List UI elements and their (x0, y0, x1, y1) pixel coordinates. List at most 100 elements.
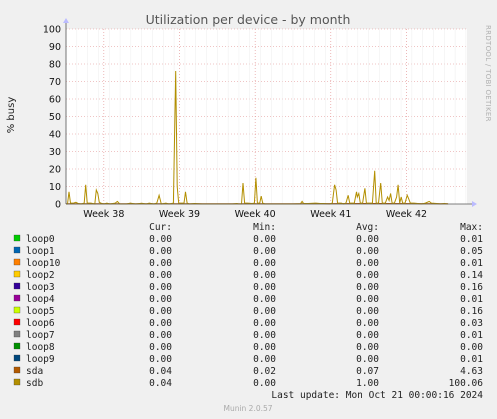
legend-cur: 0.00 (149, 342, 172, 353)
legend-row: loop9 0.00 0.00 0.00 0.01 (13, 354, 483, 365)
legend-row: loop7 0.00 0.00 0.00 0.01 (13, 330, 483, 341)
y-axis-arrow (63, 18, 69, 23)
legend-min: 0.00 (253, 318, 276, 329)
legend-swatch (13, 354, 21, 362)
legend-cur: 0.00 (149, 270, 172, 281)
legend-avg: 0.00 (356, 330, 379, 341)
legend-header-max: Max: (460, 222, 483, 233)
legend-max: 0.00 (460, 342, 483, 353)
legend-row: loop3 0.00 0.00 0.00 0.16 (13, 282, 483, 293)
legend-swatch (13, 330, 21, 338)
legend-max: 0.01 (460, 258, 483, 269)
legend-min: 0.00 (253, 378, 276, 389)
legend-avg: 1.00 (356, 378, 379, 389)
legend-avg: 0.07 (356, 366, 379, 377)
legend-max: 0.01 (460, 234, 483, 245)
x-tick-labels: Week 38 Week 39 Week 40 Week 41 Week 42 (83, 209, 427, 220)
legend-row: loop4 0.00 0.00 0.00 0.01 (13, 294, 483, 305)
y-tick-label: 60 (49, 95, 61, 106)
legend-min: 0.00 (253, 258, 276, 269)
legend-swatch (13, 270, 21, 278)
legend: loop0 0.00 0.00 0.00 0.01loop1 0.00 0.00 0.00 0.… (13, 234, 484, 389)
legend-avg: 0.00 (356, 306, 379, 317)
last-update: Last update: Mon Oct 21 00:00:16 2024 (271, 390, 483, 401)
chart-canvas: Utilization per device - by month % busy… (6, 12, 492, 413)
y-tick-label: 90 (49, 42, 61, 53)
legend-label: loop8 (26, 342, 55, 353)
legend-swatch (13, 306, 21, 314)
legend-label: loop10 (26, 258, 61, 269)
legend-cur: 0.00 (149, 306, 172, 317)
legend-max: 0.16 (460, 282, 483, 293)
legend-avg: 0.00 (356, 318, 379, 329)
side-watermark: RRDTOOL / TOBI OETIKER (484, 25, 492, 122)
legend-row: loop1 0.00 0.00 0.00 0.05 (13, 246, 483, 257)
legend-swatch (13, 246, 21, 254)
legend-header: Cur: Min: Avg: Max: (149, 222, 483, 233)
legend-label: sdb (26, 378, 43, 389)
legend-max: 0.14 (460, 270, 483, 281)
chart-title: Utilization per device - by month (146, 12, 351, 27)
legend-avg: 0.00 (356, 258, 379, 269)
legend-avg: 0.00 (356, 354, 379, 365)
legend-cur: 0.00 (149, 318, 172, 329)
legend-avg: 0.00 (356, 246, 379, 257)
legend-swatch (13, 282, 21, 290)
y-axis-label: % busy (6, 97, 17, 134)
legend-header-avg: Avg: (356, 222, 379, 233)
y-tick-label: 0 (55, 200, 61, 211)
legend-row: sda 0.04 0.02 0.07 4.63 (13, 366, 483, 377)
legend-row: loop10 0.00 0.00 0.00 0.01 (13, 258, 483, 269)
legend-header-cur: Cur: (149, 222, 172, 233)
legend-cur: 0.04 (149, 366, 172, 377)
y-tick-label: 30 (49, 147, 61, 158)
legend-min: 0.00 (253, 306, 276, 317)
legend-avg: 0.00 (356, 270, 379, 281)
legend-min: 0.00 (253, 234, 276, 245)
y-tick-label: 10 (49, 182, 61, 193)
legend-row: loop5 0.00 0.00 0.00 0.16 (13, 306, 483, 317)
legend-label: loop3 (26, 282, 55, 293)
y-tick-label: 80 (49, 60, 61, 71)
legend-min: 0.00 (253, 282, 276, 293)
x-tick-label: Week 41 (310, 209, 351, 220)
legend-label: loop5 (26, 306, 55, 317)
legend-cur: 0.00 (149, 294, 172, 305)
legend-avg: 0.00 (356, 282, 379, 293)
legend-swatch (13, 258, 21, 266)
legend-avg: 0.00 (356, 234, 379, 245)
legend-cur: 0.00 (149, 282, 172, 293)
legend-row: sdb 0.04 0.00 1.00 100.06 (13, 378, 484, 389)
legend-swatch (13, 342, 21, 350)
legend-label: loop0 (26, 234, 55, 245)
x-tick-label: Week 39 (159, 209, 200, 220)
y-tick-label: 50 (49, 112, 61, 123)
y-tick-label: 20 (49, 165, 61, 176)
legend-cur: 0.04 (149, 378, 172, 389)
legend-label: loop1 (26, 246, 55, 257)
legend-max: 0.01 (460, 354, 483, 365)
legend-row: loop6 0.00 0.00 0.00 0.03 (13, 318, 483, 329)
legend-label: loop6 (26, 318, 55, 329)
x-tick-label: Week 38 (83, 209, 124, 220)
legend-max: 0.16 (460, 306, 483, 317)
legend-cur: 0.00 (149, 330, 172, 341)
legend-max: 0.03 (460, 318, 483, 329)
legend-max: 100.06 (449, 378, 484, 389)
legend-max: 0.01 (460, 330, 483, 341)
legend-row: loop0 0.00 0.00 0.00 0.01 (13, 234, 483, 245)
legend-avg: 0.00 (356, 342, 379, 353)
x-tick-label: Week 40 (235, 209, 276, 220)
legend-min: 0.00 (253, 330, 276, 341)
legend-min: 0.00 (253, 294, 276, 305)
legend-label: loop4 (26, 294, 55, 305)
legend-max: 0.01 (460, 294, 483, 305)
x-axis-arrow (472, 201, 477, 207)
legend-cur: 0.00 (149, 234, 172, 245)
munin-version: Munin 2.0.57 (223, 404, 272, 413)
legend-min: 0.00 (253, 342, 276, 353)
y-tick-label: 40 (49, 130, 61, 141)
legend-cur: 0.00 (149, 258, 172, 269)
legend-min: 0.00 (253, 354, 276, 365)
legend-min: 0.00 (253, 270, 276, 281)
